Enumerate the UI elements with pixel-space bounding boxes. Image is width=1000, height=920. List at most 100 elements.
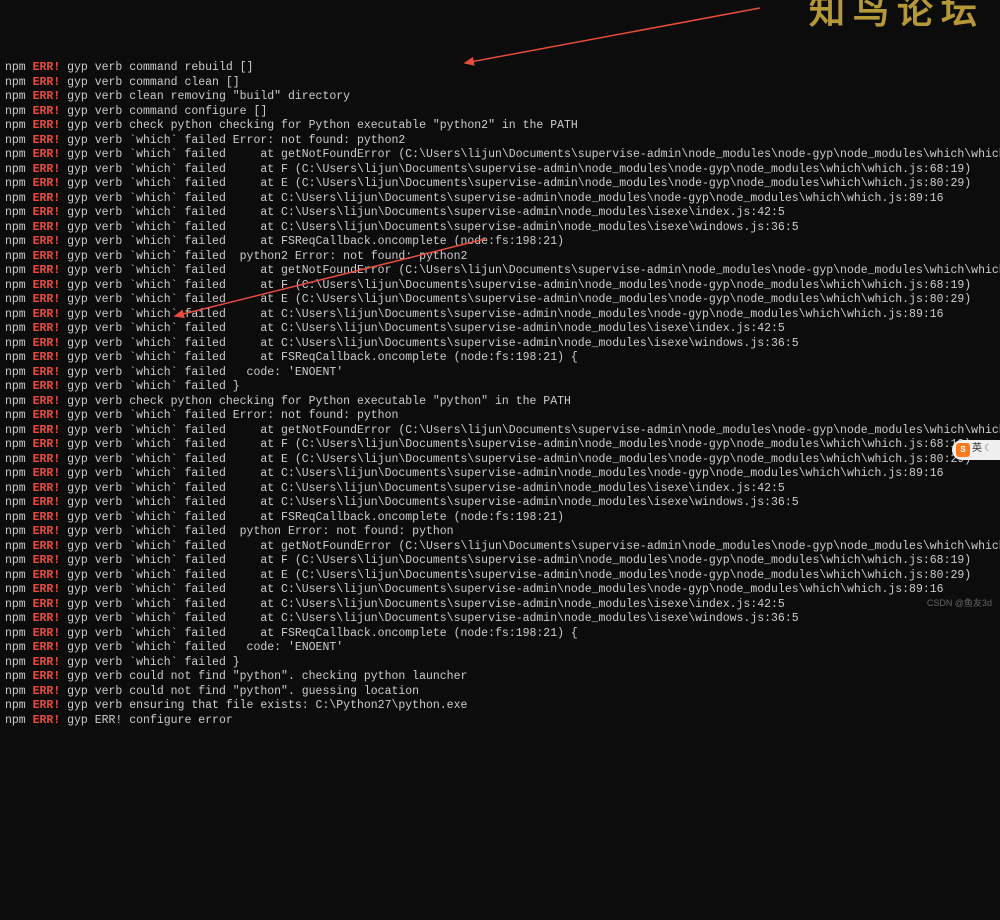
log-text: gyp verb `which` failed at E (C:\Users\l…: [60, 293, 971, 306]
err-prefix: ERR!: [33, 264, 61, 277]
log-line: npm ERR! gyp verb command clean []: [5, 76, 995, 91]
npm-prefix: npm: [5, 351, 33, 364]
npm-prefix: npm: [5, 308, 33, 321]
log-text: gyp ERR! configure error: [60, 714, 233, 727]
err-prefix: ERR!: [33, 235, 61, 248]
npm-prefix: npm: [5, 61, 33, 74]
npm-prefix: npm: [5, 641, 33, 654]
err-prefix: ERR!: [33, 337, 61, 350]
err-prefix: ERR!: [33, 380, 61, 393]
npm-prefix: npm: [5, 699, 33, 712]
log-text: gyp verb `which` failed at getNotFoundEr…: [60, 264, 1000, 277]
watermark-text: 知鸟论坛: [809, 4, 985, 19]
log-text: gyp verb `which` failed at E (C:\Users\l…: [60, 569, 971, 582]
log-line: npm ERR! gyp verb command configure []: [5, 105, 995, 120]
npm-prefix: npm: [5, 540, 33, 553]
ime-moon-icon: ☾: [984, 443, 993, 458]
npm-prefix: npm: [5, 177, 33, 190]
log-line: npm ERR! gyp verb `which` failed at E (C…: [5, 177, 995, 192]
log-text: gyp verb `which` failed at F (C:\Users\l…: [60, 163, 971, 176]
log-text: gyp verb `which` failed python Error: no…: [60, 525, 453, 538]
log-line: npm ERR! gyp verb `which` failed at F (C…: [5, 438, 995, 453]
err-prefix: ERR!: [33, 438, 61, 451]
log-text: gyp verb `which` failed at C:\Users\liju…: [60, 206, 785, 219]
log-line: npm ERR! gyp verb `which` failed at getN…: [5, 540, 995, 555]
npm-prefix: npm: [5, 598, 33, 611]
npm-prefix: npm: [5, 583, 33, 596]
npm-prefix: npm: [5, 250, 33, 263]
log-line: npm ERR! gyp verb `which` failed }: [5, 656, 995, 671]
log-text: gyp verb command clean []: [60, 76, 239, 89]
log-line: npm ERR! gyp verb `which` failed at F (C…: [5, 279, 995, 294]
npm-prefix: npm: [5, 612, 33, 625]
err-prefix: ERR!: [33, 134, 61, 147]
err-prefix: ERR!: [33, 409, 61, 422]
log-line: npm ERR! gyp verb `which` failed at getN…: [5, 424, 995, 439]
log-text: gyp verb check python checking for Pytho…: [60, 395, 571, 408]
log-line: npm ERR! gyp verb `which` failed at FSRe…: [5, 235, 995, 250]
err-prefix: ERR!: [33, 453, 61, 466]
npm-prefix: npm: [5, 134, 33, 147]
terminal-output: npm ERR! gyp verb command rebuild []npm …: [0, 58, 1000, 731]
ime-indicator[interactable]: S 英 ☾: [952, 440, 1000, 460]
npm-prefix: npm: [5, 424, 33, 437]
log-text: gyp verb `which` failed at F (C:\Users\l…: [60, 438, 971, 451]
err-prefix: ERR!: [33, 496, 61, 509]
err-prefix: ERR!: [33, 293, 61, 306]
npm-prefix: npm: [5, 482, 33, 495]
log-text: gyp verb `which` failed at FSReqCallback…: [60, 351, 578, 364]
npm-prefix: npm: [5, 279, 33, 292]
npm-prefix: npm: [5, 148, 33, 161]
log-line: npm ERR! gyp verb `which` failed at F (C…: [5, 163, 995, 178]
log-line: npm ERR! gyp verb `which` failed at C:\U…: [5, 322, 995, 337]
log-text: gyp verb `which` failed at FSReqCallback…: [60, 511, 564, 524]
npm-prefix: npm: [5, 221, 33, 234]
err-prefix: ERR!: [33, 467, 61, 480]
err-prefix: ERR!: [33, 612, 61, 625]
log-line: npm ERR! gyp verb check python checking …: [5, 119, 995, 134]
log-text: gyp verb `which` failed at C:\Users\liju…: [60, 612, 798, 625]
log-text: gyp verb `which` failed at getNotFoundEr…: [60, 540, 1000, 553]
npm-prefix: npm: [5, 627, 33, 640]
err-prefix: ERR!: [33, 322, 61, 335]
log-line: npm ERR! gyp verb `which` failed at FSRe…: [5, 627, 995, 642]
err-prefix: ERR!: [33, 279, 61, 292]
err-prefix: ERR!: [33, 424, 61, 437]
log-text: gyp verb `which` failed at C:\Users\liju…: [60, 467, 943, 480]
err-prefix: ERR!: [33, 511, 61, 524]
npm-prefix: npm: [5, 337, 33, 350]
log-line: npm ERR! gyp verb `which` failed at C:\U…: [5, 467, 995, 482]
log-text: gyp verb `which` failed python2 Error: n…: [60, 250, 467, 263]
err-prefix: ERR!: [33, 583, 61, 596]
err-prefix: ERR!: [33, 119, 61, 132]
npm-prefix: npm: [5, 90, 33, 103]
log-text: gyp verb could not find "python". guessi…: [60, 685, 419, 698]
log-line: npm ERR! gyp verb `which` failed Error: …: [5, 409, 995, 424]
err-prefix: ERR!: [33, 76, 61, 89]
npm-prefix: npm: [5, 293, 33, 306]
log-text: gyp verb `which` failed code: 'ENOENT': [60, 366, 343, 379]
log-line: npm ERR! gyp verb `which` failed at E (C…: [5, 569, 995, 584]
npm-prefix: npm: [5, 76, 33, 89]
npm-prefix: npm: [5, 380, 33, 393]
npm-prefix: npm: [5, 322, 33, 335]
log-text: gyp verb `which` failed at getNotFoundEr…: [60, 424, 1000, 437]
err-prefix: ERR!: [33, 670, 61, 683]
log-line: npm ERR! gyp verb `which` failed python …: [5, 525, 995, 540]
log-line: npm ERR! gyp verb ensuring that file exi…: [5, 699, 995, 714]
log-text: gyp verb `which` failed at getNotFoundEr…: [60, 148, 1000, 161]
err-prefix: ERR!: [33, 366, 61, 379]
err-prefix: ERR!: [33, 699, 61, 712]
log-line: npm ERR! gyp verb `which` failed Error: …: [5, 134, 995, 149]
npm-prefix: npm: [5, 119, 33, 132]
npm-prefix: npm: [5, 554, 33, 567]
log-text: gyp verb `which` failed Error: not found…: [60, 409, 398, 422]
npm-prefix: npm: [5, 192, 33, 205]
log-text: gyp verb could not find "python". checki…: [60, 670, 467, 683]
err-prefix: ERR!: [33, 554, 61, 567]
err-prefix: ERR!: [33, 395, 61, 408]
log-line: npm ERR! gyp verb check python checking …: [5, 395, 995, 410]
err-prefix: ERR!: [33, 206, 61, 219]
log-text: gyp verb `which` failed at E (C:\Users\l…: [60, 177, 971, 190]
log-line: npm ERR! gyp verb `which` failed at getN…: [5, 264, 995, 279]
